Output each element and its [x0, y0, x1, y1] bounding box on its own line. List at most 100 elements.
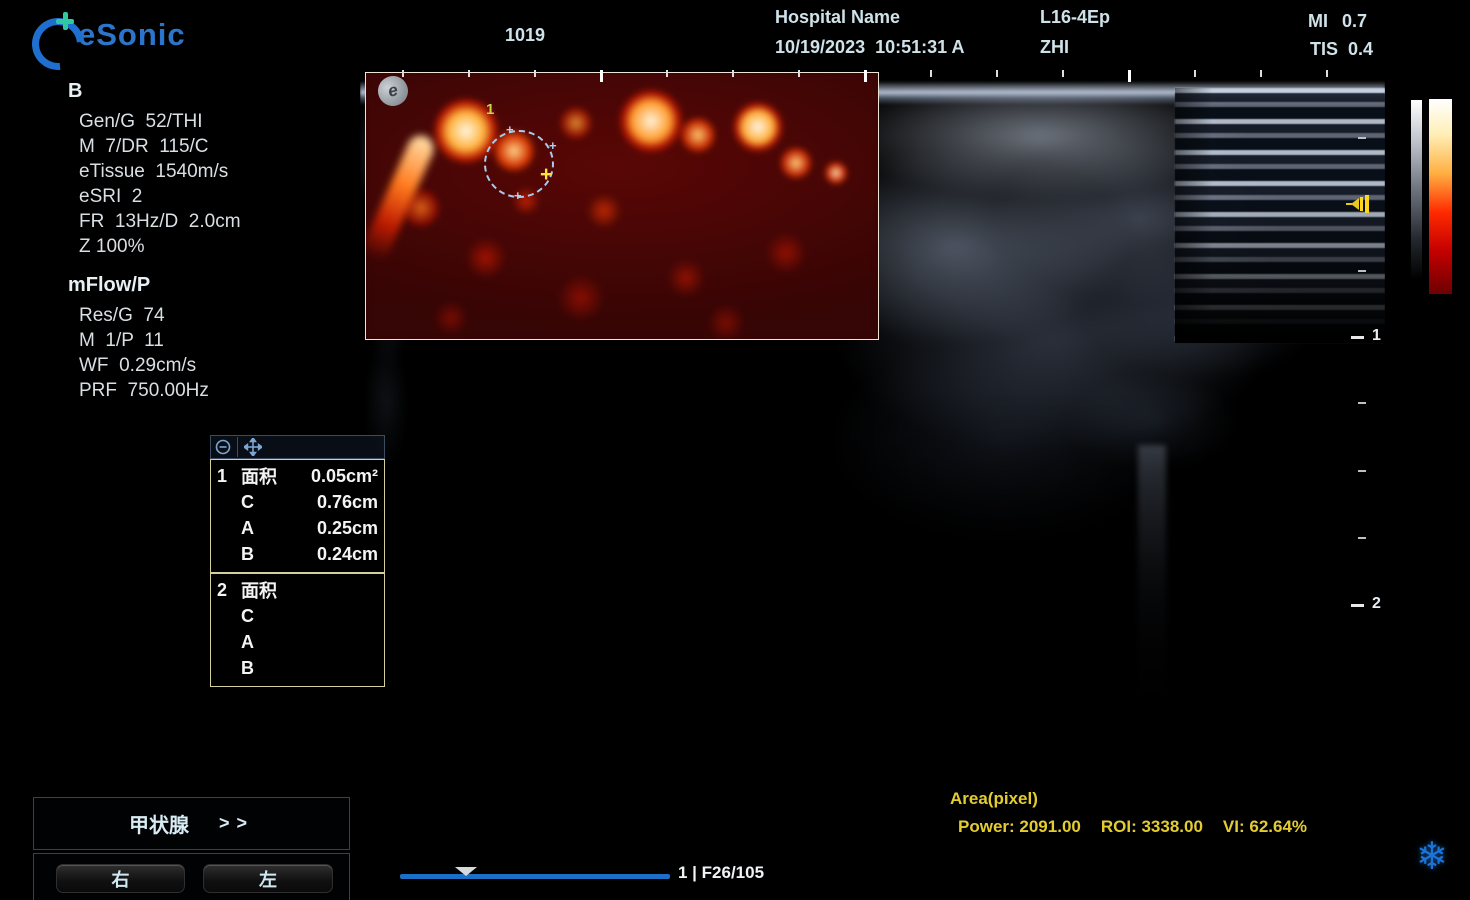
- grayscale-map-bar: [1411, 100, 1422, 280]
- right-side-button[interactable]: 右: [56, 864, 185, 893]
- vi-stat: VI: 62.64%: [1223, 817, 1307, 837]
- reverberation-fade: [1175, 88, 1385, 343]
- roi-stat: ROI: 3338.00: [1101, 817, 1203, 837]
- doppler-flow-signal: [366, 73, 878, 339]
- measure-value: 0.25cm: [317, 518, 378, 539]
- tis-label: TIS: [1310, 39, 1338, 60]
- mi-value: 0.7: [1342, 11, 1367, 32]
- measure-label: C: [241, 492, 317, 513]
- width-scale-tick: [534, 70, 536, 77]
- move-panel-icon[interactable]: [244, 438, 262, 456]
- focus-position-icon: [1346, 194, 1370, 214]
- depth-scale-tick: [1358, 270, 1366, 272]
- width-scale-tick: [798, 70, 800, 77]
- param-line: PRF 750.00Hz: [79, 378, 209, 403]
- trace-handle-icon[interactable]: +: [514, 188, 522, 203]
- depth-major-tick: [1351, 604, 1364, 607]
- logo-text: eSonic: [78, 17, 186, 53]
- trace-handle-icon[interactable]: +: [549, 138, 557, 153]
- exam-preset-box[interactable]: 甲状腺 >>: [33, 797, 350, 850]
- depth-attenuation-shadow: [360, 390, 1385, 770]
- width-scale-tick: [732, 70, 734, 77]
- power-stat: Power: 2091.00: [958, 817, 1081, 837]
- measure-label: 面积: [241, 577, 378, 603]
- width-scale-tick: [996, 70, 998, 77]
- measure-label: 面积: [241, 463, 311, 489]
- width-scale-tick: [1062, 70, 1064, 77]
- measure-label: A: [241, 518, 317, 539]
- param-line: M 7/DR 115/C: [79, 134, 241, 159]
- image-number: 1019: [505, 25, 545, 46]
- measure-value: 0.76cm: [317, 492, 378, 513]
- param-line: Gen/G 52/THI: [79, 109, 241, 134]
- param-line: eTissue 1540m/s: [79, 159, 241, 184]
- area-pixel-stats: Power: 2091.00 ROI: 3338.00 VI: 62.64%: [958, 817, 1307, 837]
- width-scale-tick: [468, 70, 470, 77]
- width-scale-tick: [1128, 70, 1131, 82]
- measurement-group: 2 面积 C A B: [210, 573, 385, 687]
- depth-scale-tick: [1358, 470, 1366, 472]
- cine-slider-thumb[interactable]: [455, 867, 477, 876]
- cine-frame-info: 1 | F26/105: [678, 863, 764, 883]
- depth-scale-tick: [1358, 137, 1366, 139]
- width-scale-tick: [930, 70, 932, 77]
- measurement-results-panel: 1 面积 0.05cm² C 0.76cm A 0.25cm B 0.24cm: [210, 435, 385, 687]
- measure-index: 2: [217, 580, 241, 601]
- depth-scale-tick: [1358, 402, 1366, 404]
- exam-datetime: 10/19/2023 10:51:31 A: [775, 37, 964, 58]
- measure-label: B: [241, 658, 378, 679]
- param-line: Z 100%: [79, 234, 241, 259]
- width-scale-tick: [1260, 70, 1262, 77]
- measure-label: A: [241, 632, 378, 653]
- depth-label: 1: [1372, 327, 1381, 345]
- mi-label: MI: [1308, 11, 1328, 32]
- width-scale-tick: [1326, 70, 1328, 77]
- measurement-panel-header: [210, 435, 385, 459]
- doppler-roi-box: e 1 + + + +: [365, 72, 879, 340]
- measurement-group: 1 面积 0.05cm² C 0.76cm A 0.25cm B 0.24cm: [210, 459, 385, 573]
- param-line: Res/G 74: [79, 303, 209, 328]
- collapse-panel-icon[interactable]: [215, 439, 231, 455]
- b-params-title: B: [68, 80, 241, 103]
- measure-value: 0.05cm²: [311, 466, 378, 487]
- measure-index: 1: [217, 466, 241, 487]
- esonic-logo: eSonic: [30, 6, 230, 64]
- exam-preset-label: 甲状腺: [129, 809, 189, 838]
- measure-label: B: [241, 544, 317, 565]
- measure-label: C: [241, 606, 378, 627]
- preset-name: ZHI: [1040, 37, 1069, 58]
- b-mode-params-panel: B Gen/G 52/THI M 7/DR 115/C eTissue 1540…: [68, 80, 241, 259]
- doppler-color-map-bar: [1429, 99, 1452, 294]
- trace-handle-icon[interactable]: +: [506, 122, 514, 137]
- param-line: WF 0.29cm/s: [79, 353, 209, 378]
- depth-major-tick: [1351, 336, 1364, 339]
- depth-scale-tick: [1358, 537, 1366, 539]
- header-divider: [237, 437, 238, 457]
- area-pixel-title: Area(pixel): [950, 789, 1038, 809]
- depth-label: 2: [1372, 595, 1381, 613]
- width-scale-tick: [666, 70, 668, 77]
- param-line: FR 13Hz/D 2.0cm: [79, 209, 241, 234]
- tis-readout: TIS 0.4: [1310, 39, 1373, 60]
- ultrasound-screen: eSonic 1019 Hospital Name 10/19/2023 10:…: [0, 0, 1470, 900]
- freeze-snowflake-icon: ❄: [1416, 834, 1448, 879]
- mi-readout: MI 0.7: [1308, 11, 1367, 32]
- measure-value: 0.24cm: [317, 544, 378, 565]
- measurement-index-label: 1: [486, 101, 494, 118]
- hospital-name: Hospital Name: [775, 7, 900, 28]
- cine-slider-track[interactable]: [400, 874, 670, 879]
- esonic-logo-icon: [30, 12, 76, 58]
- width-scale-tick: [864, 70, 867, 82]
- probe-name: L16-4Ep: [1040, 7, 1110, 28]
- param-line: M 1/P 11: [79, 328, 209, 353]
- width-scale-tick: [1194, 70, 1196, 77]
- width-scale-tick: [600, 70, 603, 82]
- param-line: eSRI 2: [79, 184, 241, 209]
- expand-chevrons-icon[interactable]: >>: [219, 813, 254, 834]
- mflow-params-panel: mFlow/P Res/G 74 M 1/P 11 WF 0.29cm/s PR…: [68, 274, 209, 403]
- tis-value: 0.4: [1348, 39, 1373, 60]
- mflow-params-title: mFlow/P: [68, 274, 209, 297]
- trace-cursor-icon[interactable]: +: [540, 163, 552, 187]
- left-side-button[interactable]: 左: [203, 864, 333, 893]
- width-scale-tick: [402, 70, 404, 77]
